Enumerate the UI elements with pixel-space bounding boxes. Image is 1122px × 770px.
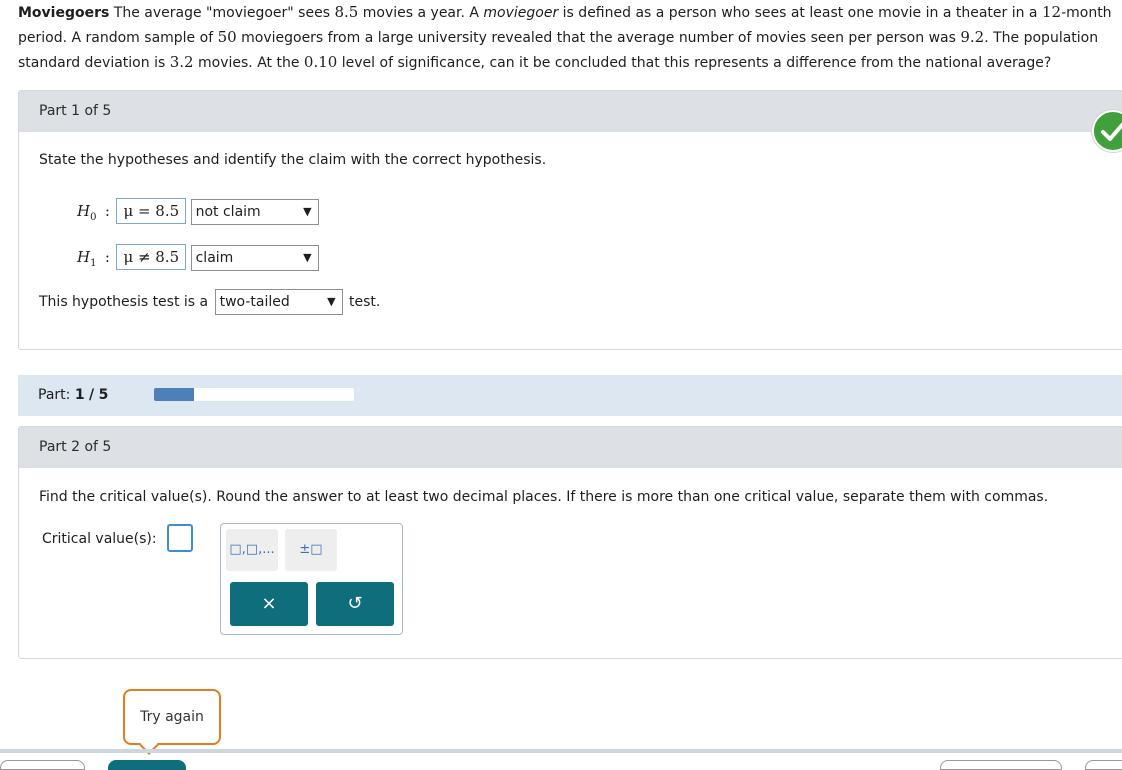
progress-label: Part: 1 / 5 <box>38 387 109 403</box>
problem-title: Moviegoers <box>18 5 110 21</box>
problem-text: The average "moviegoer" sees 8.5 movies … <box>18 3 1112 71</box>
test-type-select[interactable]: two-tailed ▼ <box>214 289 343 315</box>
part-2-instruction: Find the critical value(s). Round the an… <box>39 489 1049 505</box>
test-type-suffix: test. <box>349 294 381 310</box>
h1-row: H1 : μ ≠ 8.5 claim ▼ <box>77 244 319 272</box>
test-type-row: This hypothesis test is a two-tailed ▼ te… <box>39 289 380 315</box>
h1-symbol: H1 <box>77 248 97 269</box>
part-1-header: Part 1 of 5 <box>19 91 1122 132</box>
h1-colon: : <box>104 248 110 266</box>
critical-value-input[interactable] <box>167 524 193 552</box>
undo-button[interactable]: ↺ <box>316 582 394 626</box>
math-number: 50 <box>217 28 237 46</box>
chevron-down-icon: ▼ <box>327 295 336 308</box>
h0-colon: : <box>104 202 110 220</box>
part-progress: Part: 1 / 5 <box>18 375 1122 416</box>
test-type-value: two-tailed <box>219 294 290 310</box>
progress-current: 1 <box>74 387 85 403</box>
math-number: 8.5 <box>334 3 359 21</box>
correct-check-icon <box>1092 110 1122 152</box>
problem-statement: Moviegoers The average "moviegoer" sees … <box>18 0 1118 75</box>
h0-value-field[interactable]: μ = 8.5 <box>116 198 187 224</box>
problem-segment: movies a year. A <box>358 5 484 21</box>
part-2-header: Part 2 of 5 <box>19 427 1122 468</box>
plus-minus-button[interactable]: ±□ <box>285 529 337 571</box>
progress-fill <box>154 388 194 401</box>
math-palette: □,□,... ±□ × ↺ <box>220 523 403 635</box>
h0-claim-select[interactable]: not claim ▼ <box>190 199 319 225</box>
bottom-button-left[interactable] <box>0 760 85 770</box>
close-icon: × <box>261 593 277 614</box>
bottom-divider <box>0 749 1122 753</box>
try-again-label: Try again <box>140 709 204 725</box>
chevron-down-icon: ▼ <box>303 205 312 218</box>
problem-segment: movies. At the <box>193 55 304 71</box>
part-2-card: Part 2 of 5 Find the critical value(s). … <box>18 426 1122 659</box>
problem-segment: moviegoers from a large university revea… <box>236 30 961 46</box>
progress-total: 5 <box>98 387 109 403</box>
problem-segment: moviegoer <box>483 5 559 21</box>
list-template-button[interactable]: □,□,... <box>226 529 278 571</box>
try-again-tooltip[interactable]: Try again <box>123 689 221 755</box>
clear-button[interactable]: × <box>230 582 308 626</box>
problem-segment: The average "moviegoer" sees <box>109 5 335 21</box>
critical-value-label: Critical value(s): <box>42 531 157 547</box>
h0-claim-value: not claim <box>195 204 261 220</box>
h1-claim-select[interactable]: claim ▼ <box>190 245 319 271</box>
chevron-down-icon: ▼ <box>303 251 312 264</box>
math-number: 0.10 <box>303 53 338 71</box>
progress-track <box>154 388 354 401</box>
math-number: 9.2 <box>960 28 985 46</box>
math-number: 3.2 <box>169 53 194 71</box>
problem-segment: is defined as a person who sees at least… <box>558 5 1042 21</box>
h1-claim-value: claim <box>195 250 234 266</box>
bottom-button-check[interactable] <box>108 760 186 770</box>
progress-separator: / <box>89 387 95 403</box>
bottom-button-right-1[interactable] <box>940 760 1062 770</box>
problem-segment: level of significance, can it be conclud… <box>337 55 1052 71</box>
part-1-card: Part 1 of 5 State the hypotheses and ide… <box>18 90 1122 350</box>
undo-icon: ↺ <box>347 593 363 614</box>
test-type-prefix: This hypothesis test is a <box>39 294 209 310</box>
h0-symbol: H0 <box>77 202 97 223</box>
h1-value-field[interactable]: μ ≠ 8.5 <box>116 244 187 270</box>
bottom-button-right-2[interactable] <box>1085 760 1122 770</box>
math-number: 12 <box>1041 3 1062 21</box>
part-1-instruction: State the hypotheses and identify the cl… <box>39 152 547 168</box>
h0-row: H0 : μ = 8.5 not claim ▼ <box>77 198 319 226</box>
